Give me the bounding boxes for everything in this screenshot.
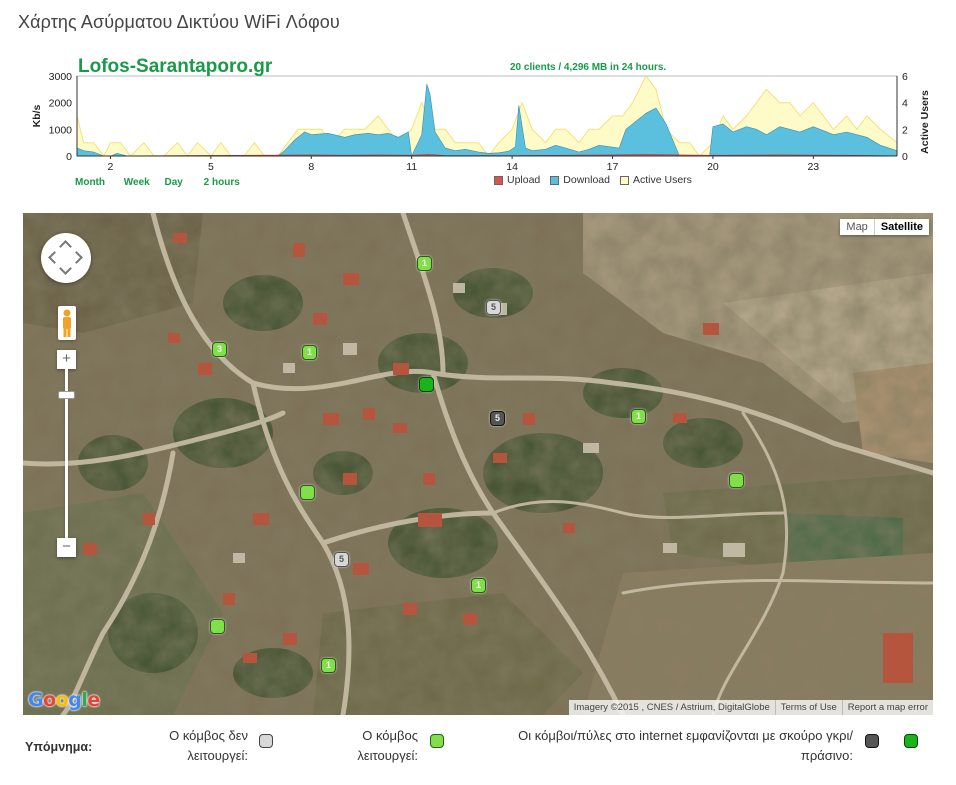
legend-node-up-text: Ο κόμβος λειτουργεί: [320, 726, 418, 766]
zoom-out-button[interactable]: − [57, 538, 76, 557]
legend-upload: Upload [494, 174, 540, 186]
zoom-slider-handle[interactable] [58, 391, 75, 399]
page-title: Χάρτης Ασύρματου Δικτύου WiFi Λόφου [18, 12, 340, 32]
x-tick-label: 11 [406, 161, 417, 173]
pan-up-icon[interactable] [59, 240, 72, 253]
chart-site-name[interactable]: Lofos-Sarantaporo.gr [78, 56, 272, 78]
network-node-marker[interactable] [729, 473, 744, 488]
pan-down-icon[interactable] [59, 262, 72, 275]
x-tick-label: 23 [807, 161, 819, 173]
street-view-pegman[interactable] [58, 306, 76, 340]
map-type-satellite-button[interactable]: Satellite [875, 219, 929, 235]
network-node-marker[interactable]: 1 [471, 578, 486, 593]
map-type-control: Map Satellite [840, 219, 929, 235]
network-node-marker[interactable]: 1 [302, 345, 317, 360]
report-map-error-link[interactable]: Report a map error [841, 700, 933, 715]
network-node-marker[interactable]: 5 [486, 300, 501, 315]
legend-gateway-line1: Οι κόμβοι/πύλες στο internet εμφανίζοντα… [518, 728, 853, 743]
chart-legend: Upload Download Active Users [494, 174, 692, 186]
pan-right-icon[interactable] [70, 251, 83, 264]
legend-active-users: Active Users [619, 174, 692, 186]
satellite-imagery[interactable] [23, 213, 933, 715]
x-tick-label: 20 [707, 161, 719, 173]
legend-download: Download [550, 174, 610, 186]
upload-swatch [494, 175, 503, 185]
range-2hours-link[interactable]: 2 hours [204, 177, 240, 188]
legend-gateway-line2: πράσινο: [800, 748, 853, 763]
y-tick-label: 1000 [49, 124, 73, 136]
x-tick-label: 14 [506, 161, 518, 173]
y-axis-title: Kb/s [31, 104, 43, 127]
gateway-down-swatch-icon [865, 734, 879, 748]
google-logo[interactable]: Google [28, 689, 100, 711]
range-week-link[interactable]: Week [124, 177, 150, 188]
network-node-marker[interactable]: 1 [417, 256, 432, 271]
y2-tick-label: 2 [902, 124, 908, 136]
x-tick-label: 5 [208, 161, 214, 173]
legend-node-up-line2: λειτουργεί: [357, 748, 418, 763]
y2-axis-title: Active Users [919, 90, 931, 154]
zoom-in-button[interactable]: + [57, 350, 76, 369]
node-down-swatch-icon [259, 734, 273, 748]
y2-tick-label: 6 [902, 71, 908, 83]
y2-tick-label: 4 [902, 98, 908, 110]
legend-node-down-text: Ο κόμβος δεν λειτουργεί: [140, 726, 248, 766]
satellite-map[interactable]: 1 5 3 1 5 1 5 1 1 Map Satellite + − Goog… [23, 213, 933, 715]
network-node-marker[interactable]: 1 [321, 658, 336, 673]
x-tick-label: 17 [607, 161, 619, 173]
legend-upload-label: Upload [507, 174, 541, 186]
y-tick-label: 0 [66, 151, 72, 163]
terms-of-use-link[interactable]: Terms of Use [774, 700, 842, 715]
range-day-link[interactable]: Day [165, 177, 183, 188]
legend-download-label: Download [563, 174, 610, 186]
download-swatch [550, 175, 560, 185]
chart-summary: 20 clients / 4,296 MB in 24 hours. [510, 62, 667, 73]
chart-range-links: Month Week Day 2 hours [75, 177, 254, 188]
network-node-marker[interactable]: 1 [631, 409, 646, 424]
pegman-icon [63, 309, 71, 337]
pan-left-icon[interactable] [48, 251, 61, 264]
network-gateway-marker[interactable]: 5 [490, 411, 505, 426]
y-tick-label: 2000 [49, 98, 73, 110]
x-tick-label: 2 [108, 161, 114, 173]
range-month-link[interactable]: Month [75, 177, 105, 188]
network-gateway-marker[interactable] [419, 377, 434, 392]
traffic-chart: 3000 2000 1000 0 6 4 2 0 2 5 8 11 14 17 20 23 Kb/s Active… [0, 54, 956, 204]
node-up-swatch-icon [430, 734, 444, 748]
map-attribution: Imagery ©2015 , CNES / Astrium, DigitalG… [568, 700, 933, 715]
y2-tick-label: 0 [902, 151, 908, 163]
map-type-map-button[interactable]: Map [840, 219, 875, 235]
legend-node-down-line2: λειτουργεί: [187, 748, 248, 763]
pan-control[interactable] [41, 233, 91, 283]
legend-title: Υπόμνημα: [25, 740, 93, 754]
legend-node-up-line1: Ο κόμβος [362, 728, 418, 743]
imagery-credit: Imagery ©2015 , CNES / Astrium, DigitalG… [573, 702, 770, 713]
legend-active-users-label: Active Users [632, 174, 692, 186]
network-node-marker[interactable]: 3 [212, 342, 227, 357]
network-node-marker[interactable] [210, 619, 225, 634]
network-node-marker[interactable]: 5 [334, 552, 349, 567]
x-tick-label: 8 [308, 161, 314, 173]
legend-node-down-line1: Ο κόμβος δεν [169, 728, 248, 743]
gateway-up-swatch-icon [904, 734, 918, 748]
network-node-marker[interactable] [300, 485, 315, 500]
y-tick-label: 3000 [49, 71, 73, 83]
legend-gateway-text: Οι κόμβοι/πύλες στο internet εμφανίζοντα… [470, 726, 853, 766]
active-users-swatch [619, 175, 629, 185]
map-legend: Υπόμνημα: Ο κόμβος δεν λειτουργεί: Ο κόμ… [0, 724, 956, 784]
